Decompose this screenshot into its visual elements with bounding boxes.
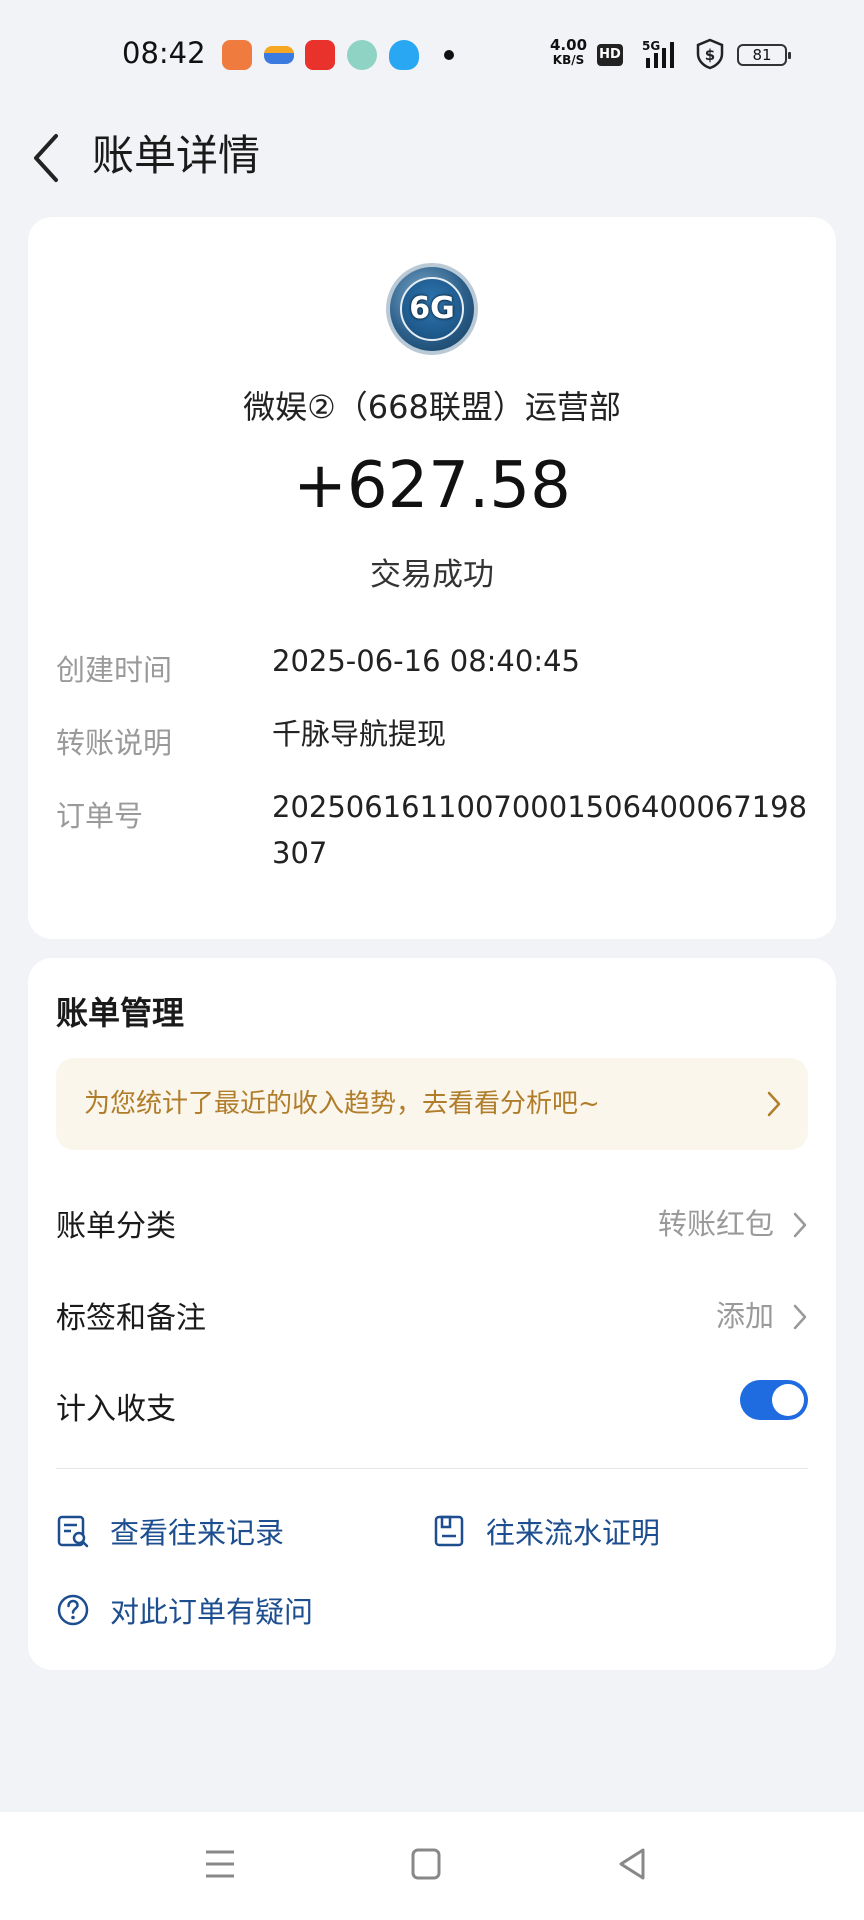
include-in-stats-toggle[interactable] — [740, 1380, 808, 1420]
view-records-label: 查看往来记录 — [110, 1516, 285, 1550]
bill-category-label: 账单分类 — [56, 1209, 176, 1244]
toggle-knob — [772, 1384, 804, 1416]
chevron-right-icon — [793, 1212, 807, 1238]
statement-proof-link[interactable]: 往来流水证明 — [432, 1506, 732, 1556]
created-time-value: 2025-06-16 08:40:45 — [272, 644, 580, 678]
transaction-amount: +627.58 — [293, 449, 571, 523]
system-nav-bar — [0, 1812, 864, 1920]
page-title: 账单详情 — [92, 131, 261, 180]
bill-management-card: 账单管理 为您统计了最近的收入趋势，去看看分析吧~ 账单分类 转账红包 标签和备… — [28, 958, 836, 1670]
more-notifications-dot — [444, 50, 454, 60]
chevron-left-icon[interactable] — [28, 124, 68, 184]
records-search-icon — [57, 1515, 89, 1548]
avatar-logo: 6G — [400, 277, 464, 341]
status-time: 08:42 — [122, 36, 206, 70]
bill-category-row[interactable]: 账单分类 转账红包 — [56, 1193, 808, 1253]
avatar[interactable]: 6G — [386, 263, 478, 355]
chevron-right-icon — [793, 1304, 807, 1330]
include-in-stats-row: 计入收支 — [56, 1376, 808, 1436]
network-speed-value: 4.00 — [550, 36, 588, 54]
created-time-label: 创建时间 — [56, 653, 173, 687]
transaction-card: 6G 微娱②（668联盟）运营部 +627.58 交易成功 创建时间 2025-… — [28, 217, 836, 939]
income-trend-banner[interactable]: 为您统计了最近的收入趋势，去看看分析吧~ — [56, 1058, 808, 1150]
document-icon — [434, 1515, 464, 1547]
qq-icon — [389, 40, 419, 70]
order-question-label: 对此订单有疑问 — [110, 1595, 314, 1629]
menu-icon[interactable] — [203, 1844, 237, 1884]
hd-icon: HD — [597, 44, 623, 66]
app-notification-icon-4 — [347, 40, 377, 70]
svg-text:$: $ — [705, 46, 715, 64]
status-bar: 08:42 4.00 KB/S HD 5G $ 81 — [0, 0, 864, 110]
include-in-stats-label: 计入收支 — [56, 1392, 176, 1427]
bill-category-value: 转账红包 — [657, 1207, 774, 1241]
network-speed: 4.00 KB/S — [550, 38, 587, 68]
order-number-value[interactable]: 20250616110070001506400067198307 — [272, 784, 812, 876]
battery-icon: 81 — [737, 44, 791, 66]
order-question-link[interactable]: 对此订单有疑问 — [56, 1585, 376, 1635]
network-speed-unit: KB/S — [552, 53, 585, 67]
app-notification-icon-3 — [305, 40, 335, 70]
banner-text: 为您统计了最近的收入趋势，去看看分析吧~ — [84, 1089, 600, 1119]
app-notification-icon-1 — [222, 40, 252, 70]
tags-notes-value: 添加 — [715, 1299, 774, 1333]
statement-proof-label: 往来流水证明 — [486, 1516, 661, 1550]
chevron-right-icon — [767, 1091, 781, 1117]
home-icon[interactable] — [409, 1844, 443, 1884]
transaction-status: 交易成功 — [370, 557, 494, 593]
view-records-link[interactable]: 查看往来记录 — [56, 1506, 356, 1556]
header: 账单详情 — [0, 110, 864, 220]
transfer-note-value: 千脉导航提现 — [272, 717, 447, 751]
back-triangle-icon[interactable] — [615, 1844, 649, 1884]
tags-notes-label: 标签和备注 — [56, 1301, 206, 1336]
divider — [56, 1468, 808, 1469]
question-icon — [57, 1594, 89, 1626]
payer-name: 微娱②（668联盟）运营部 — [243, 388, 621, 426]
app-notification-icon-2 — [264, 46, 294, 64]
svg-text:5G: 5G — [642, 39, 660, 53]
shield-icon: $ — [696, 38, 724, 70]
transfer-note-label: 转账说明 — [56, 726, 173, 760]
section-title: 账单管理 — [56, 994, 185, 1032]
order-number-label: 订单号 — [56, 799, 144, 833]
tags-notes-row[interactable]: 标签和备注 添加 — [56, 1285, 808, 1345]
signal-icon: 5G — [642, 39, 674, 68]
